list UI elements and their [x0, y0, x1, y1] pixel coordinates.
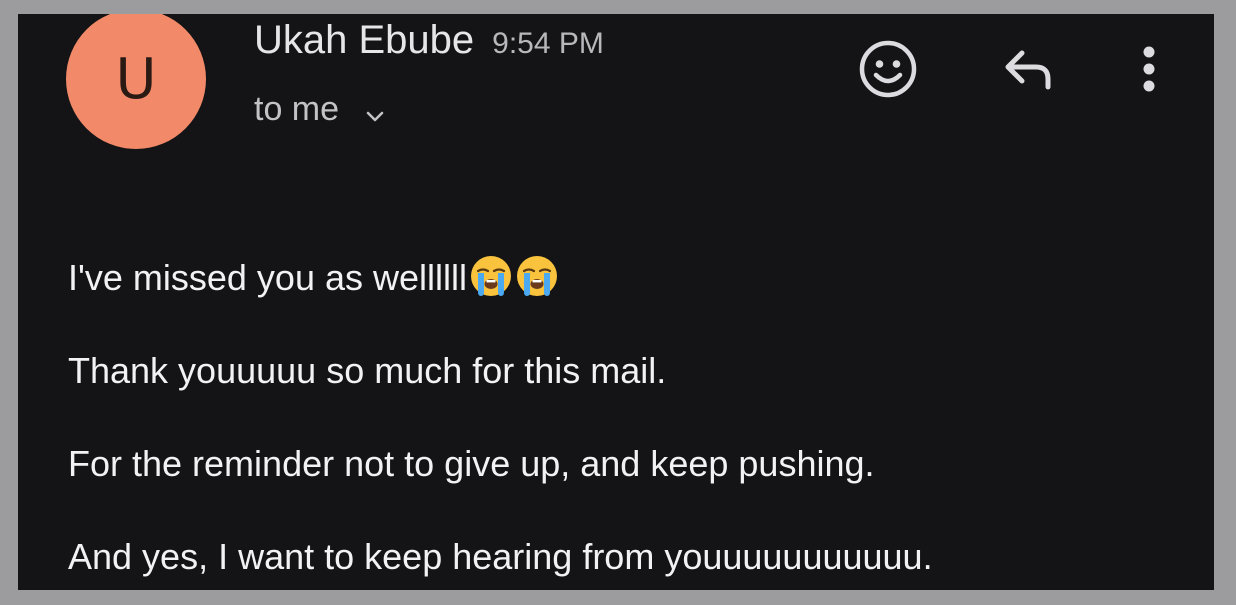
avatar-letter: U: [115, 46, 157, 112]
add-reaction-icon: [858, 39, 918, 104]
reply-icon: [998, 39, 1058, 104]
body-line-3: For the reminder not to give up, and kee…: [68, 443, 875, 484]
body-line-1-text: I've missed you as wellllll: [68, 257, 468, 298]
chevron-down-icon: [363, 98, 387, 122]
more-options-button[interactable]: [1114, 36, 1184, 106]
recipient-label: to me: [254, 90, 340, 128]
more-vertical-icon: [1134, 39, 1164, 104]
reply-button[interactable]: [993, 36, 1063, 106]
add-reaction-button[interactable]: [853, 36, 923, 106]
message-time: 9:54 PM: [492, 27, 604, 60]
sender-avatar[interactable]: U: [66, 14, 206, 149]
loudly-crying-face-icon: [515, 254, 559, 298]
device-frame: U Ukah Ebube 9:54 PM to me I've missed y…: [0, 0, 1236, 605]
body-line-2: Thank youuuuu so much for this mail.: [68, 350, 667, 391]
loudly-crying-face-icon: [469, 254, 513, 298]
sender-header: Ukah Ebube 9:54 PM: [254, 18, 604, 63]
body-line-1: I've missed you as wellllll: [68, 252, 1194, 345]
message-body: I've missed you as wellllll Thank youuuu…: [68, 252, 1194, 590]
body-line-4: And yes, I want to keep hearing from you…: [68, 536, 933, 577]
email-view: U Ukah Ebube 9:54 PM to me I've missed y…: [18, 14, 1214, 590]
recipient-details-toggle[interactable]: to me: [254, 90, 387, 129]
sender-name[interactable]: Ukah Ebube: [254, 18, 474, 63]
